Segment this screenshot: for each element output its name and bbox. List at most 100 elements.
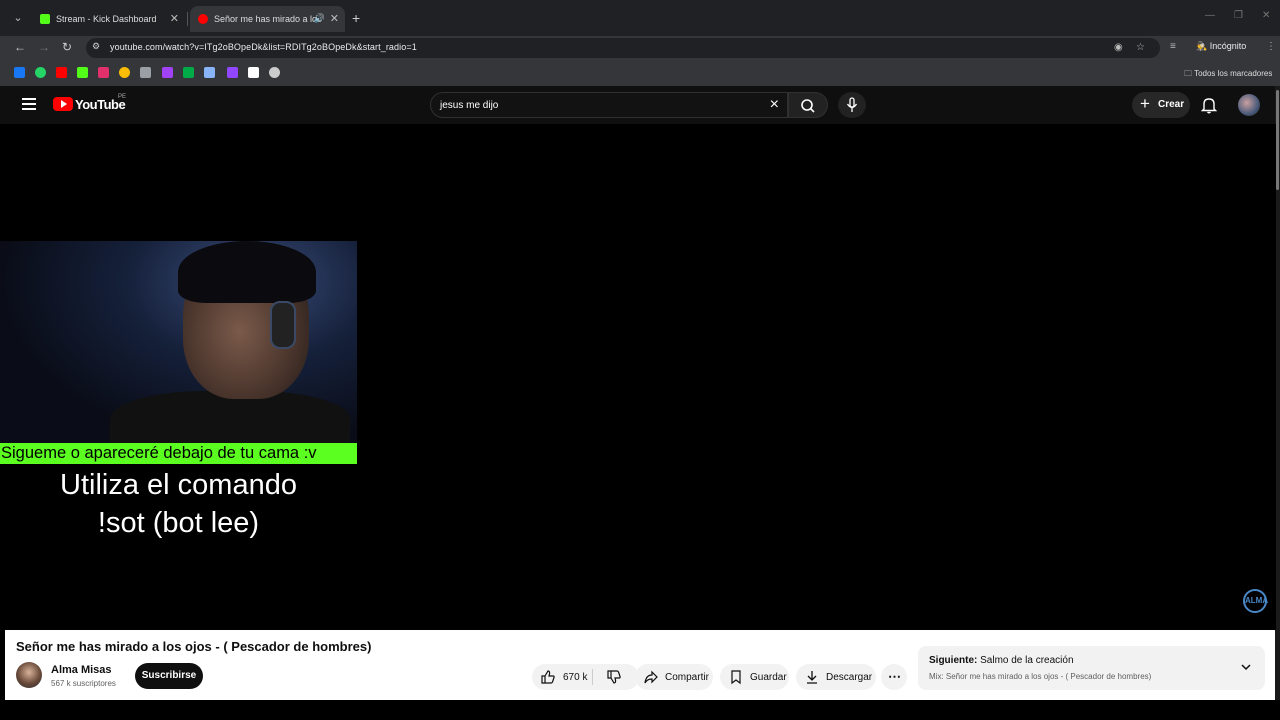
channel-watermark[interactable]: ALMA <box>1243 589 1268 613</box>
account-avatar[interactable] <box>1238 94 1260 116</box>
webcam-overlay <box>0 241 357 446</box>
tiktok-icon[interactable] <box>248 67 259 78</box>
webcam-shirt <box>110 391 350 446</box>
window-close-icon[interactable]: ✕ <box>1262 10 1270 21</box>
meet-icon[interactable] <box>183 67 194 78</box>
generic-icon[interactable] <box>140 67 151 78</box>
app-icon[interactable] <box>162 67 173 78</box>
youtube-icon[interactable] <box>56 67 67 78</box>
whatsapp-icon[interactable] <box>35 67 46 78</box>
kick-icon[interactable] <box>77 67 88 78</box>
tab-kick-dashboard[interactable]: Stream - Kick Dashboard ✕ <box>32 6 185 32</box>
search-button[interactable] <box>788 92 828 118</box>
command-line-2: !sot (bot lee) <box>97 507 260 539</box>
back-icon[interactable]: ← <box>14 40 26 54</box>
command-overlay: Utiliza el comando !sot (bot lee) <box>0 466 357 542</box>
chevron-down-icon[interactable] <box>1239 660 1253 674</box>
tab-search-button[interactable]: ⌄ <box>10 10 26 26</box>
tab-title: Señor me has mirado a los <box>214 14 322 24</box>
country-code: PE <box>118 94 127 100</box>
plus-icon: + <box>1140 94 1150 113</box>
tab-title: Stream - Kick Dashboard <box>56 14 157 24</box>
bottom-strip <box>0 700 1280 720</box>
close-tab-icon[interactable]: ✕ <box>170 12 179 25</box>
instagram-icon[interactable] <box>98 67 109 78</box>
webcam-hair <box>178 241 316 303</box>
tracking-protection-icon[interactable]: ◉ <box>1114 42 1123 53</box>
save-icon <box>731 670 741 685</box>
webcam-headset <box>270 301 296 349</box>
share-icon <box>644 670 658 684</box>
restore-icon[interactable]: ❐ <box>1234 10 1243 21</box>
youtube-favicon-icon <box>198 14 208 24</box>
create-label: Crear <box>1158 99 1185 110</box>
bookmark-star-icon[interactable]: ☆ <box>1136 42 1145 53</box>
scrollbar-thumb[interactable] <box>1276 90 1279 190</box>
channel-name[interactable]: Alma Misas <box>51 664 112 676</box>
clear-search-icon[interactable]: × <box>770 96 779 114</box>
download-icon <box>807 671 817 684</box>
minimize-icon[interactable]: — <box>1205 10 1215 21</box>
youtube-logo-icon[interactable] <box>53 97 73 111</box>
save-label: Guardar <box>750 672 787 683</box>
follow-banner-text: Sigueme o apareceré debajo de tu cama :v <box>1 444 317 462</box>
more-actions-button[interactable]: ⋯ <box>881 664 907 690</box>
bookmarks-bar: 🗀 Todos los marcadores <box>0 60 1280 86</box>
video-player[interactable]: Sigueme o apareceré debajo de tu cama :v… <box>0 124 1276 630</box>
media-control-icon[interactable]: ≡ <box>1170 41 1176 52</box>
voice-search-button[interactable] <box>838 92 866 118</box>
site-info-icon[interactable]: ⚙ <box>92 41 104 53</box>
chrome-icon[interactable] <box>119 67 130 78</box>
like-count[interactable]: 670 k <box>563 672 587 683</box>
audio-playing-icon[interactable]: 🔊 <box>314 13 325 24</box>
subscriber-count: 567 k suscriptores <box>51 679 116 688</box>
url-text[interactable]: youtube.com/watch?v=ITg2oBOpeDk&list=RDI… <box>110 42 417 52</box>
reload-icon[interactable]: ↻ <box>62 40 72 54</box>
close-tab-icon[interactable]: ✕ <box>330 12 339 25</box>
youtube-header: YouTube PE jesus me dijo × + Crear <box>0 86 1280 124</box>
new-tab-button[interactable]: + <box>352 10 360 26</box>
share-label: Compartir <box>665 672 709 683</box>
notifications-bell-icon[interactable] <box>1201 96 1217 114</box>
subscribe-button[interactable]: Suscribirse <box>135 663 203 689</box>
tab-youtube-video[interactable]: Señor me has mirado a los 🔊 ✕ <box>190 6 345 32</box>
forward-icon[interactable]: → <box>38 40 50 54</box>
address-bar[interactable]: ⚙ youtube.com/watch?v=ITg2oBOpeDk&list=R… <box>86 38 1160 58</box>
puzzle-icon[interactable] <box>204 67 215 78</box>
more-icon: ⋯ <box>888 669 901 684</box>
search-query[interactable]: jesus me dijo <box>440 100 498 111</box>
facebook-icon[interactable] <box>14 67 25 78</box>
kick-favicon-icon <box>40 14 50 24</box>
browser-toolbar: ← → ↻ ⚙ youtube.com/watch?v=ITg2oBOpeDk&… <box>0 36 1280 60</box>
share-button[interactable]: Compartir <box>635 664 713 690</box>
dislike-icon[interactable] <box>606 669 622 685</box>
twitch-icon[interactable] <box>227 67 238 78</box>
up-next-prefix: Siguiente: <box>929 655 978 666</box>
download-button[interactable]: Descargar <box>796 664 876 690</box>
folder-icon: 🗀 <box>1184 69 1195 78</box>
create-button[interactable]: + Crear <box>1132 92 1190 118</box>
openai-icon[interactable] <box>269 67 280 78</box>
incognito-icon: 🕵 <box>1196 41 1210 51</box>
hamburger-menu-icon[interactable] <box>22 98 36 110</box>
all-bookmarks-folder[interactable]: 🗀 Todos los marcadores <box>1184 68 1272 82</box>
like-icon[interactable] <box>540 669 556 685</box>
search-input[interactable]: jesus me dijo × <box>430 92 788 118</box>
tab-divider <box>187 12 188 26</box>
incognito-indicator[interactable]: 🕵 Incógnito <box>1196 41 1246 52</box>
channel-avatar[interactable] <box>16 662 42 688</box>
all-bookmarks-label: Todos los marcadores <box>1194 69 1273 78</box>
command-line-1: Utiliza el comando <box>60 469 297 501</box>
search-icon <box>801 99 815 113</box>
like-divider <box>592 669 593 685</box>
incognito-label: Incógnito <box>1209 41 1247 51</box>
like-dislike-group: 670 k <box>532 664 639 690</box>
up-next-title: Salmo de la creación <box>980 655 1074 666</box>
up-next-line: Siguiente: Salmo de la creación <box>929 655 1074 666</box>
microphone-icon <box>846 97 858 112</box>
follow-banner: Sigueme o apareceré debajo de tu cama :v <box>0 443 357 464</box>
browser-tab-strip: ⌄ Stream - Kick Dashboard ✕ Señor me has… <box>0 0 1280 36</box>
browser-menu-icon[interactable]: ⋮ <box>1266 41 1276 52</box>
save-button[interactable]: Guardar <box>720 664 789 690</box>
up-next-card[interactable]: Siguiente: Salmo de la creación Mix: Señ… <box>918 646 1265 690</box>
